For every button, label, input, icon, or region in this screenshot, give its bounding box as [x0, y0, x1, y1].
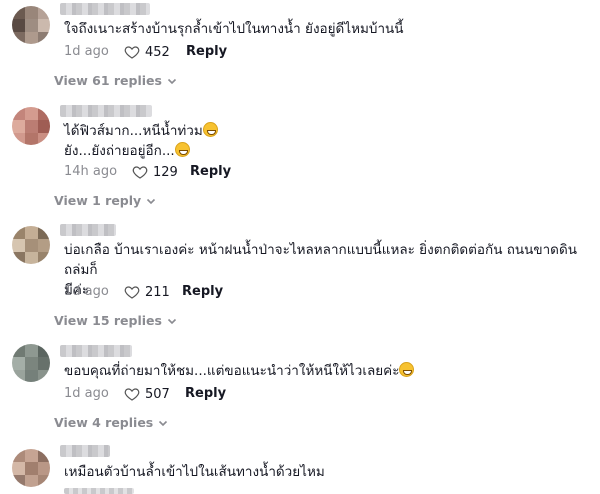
like-count: 452 [145, 44, 170, 60]
avatar-pixel [12, 252, 25, 264]
avatar-pixel [38, 344, 50, 357]
avatar-pixel [12, 475, 25, 487]
avatar-pixel [38, 370, 50, 382]
avatar-pixel [12, 239, 25, 252]
avatar-pixel [38, 226, 50, 239]
comment-text: ใจถึงเนาะสร้างบ้านรุกล้ำเข้าไปในทางน้ำ ย… [64, 21, 404, 37]
comment-text: ขอบคุณที่ถ่ายมาให้ชม...แต่ขอแนะนำว่าให้ห… [64, 361, 580, 381]
like-count: 211 [145, 284, 170, 300]
reply-button[interactable]: Reply [182, 284, 223, 299]
avatar-pixel [12, 344, 25, 357]
chevron-down-icon [147, 198, 156, 204]
avatar-pixel [38, 449, 50, 462]
avatar-pixel [25, 449, 38, 462]
avatar-pixel [38, 32, 50, 44]
username-blurred[interactable] [60, 105, 152, 117]
comment-meta-cropped [64, 488, 134, 494]
avatar[interactable] [12, 226, 50, 264]
username-blurred[interactable] [60, 224, 116, 236]
avatar-pixel [25, 120, 38, 133]
view-replies-label: View 4 replies [54, 415, 154, 430]
view-replies-button[interactable]: View 4 replies [54, 415, 168, 430]
avatar-pixel [25, 252, 38, 264]
avatar-pixel [38, 239, 50, 252]
avatar-pixel [38, 462, 50, 475]
like-button[interactable]: 452 [124, 44, 170, 60]
grin-emoji-icon [174, 142, 190, 157]
avatar-pixel [25, 19, 38, 32]
avatar-pixel [25, 6, 38, 19]
avatar[interactable] [12, 107, 50, 145]
avatar-pixel [25, 239, 38, 252]
view-replies-label: View 15 replies [54, 313, 162, 328]
avatar-pixel [38, 19, 50, 32]
heart-outline-icon [124, 46, 140, 59]
chevron-down-icon [167, 78, 177, 84]
grin-emoji-icon [202, 122, 218, 137]
comment-date: 1d ago [64, 386, 109, 401]
avatar-pixel [38, 357, 50, 370]
avatar-pixel [25, 32, 38, 44]
avatar-pixel [12, 32, 25, 44]
avatar[interactable] [12, 449, 50, 487]
avatar-pixel [12, 226, 25, 239]
username-blurred[interactable] [60, 445, 110, 457]
avatar-pixel [25, 344, 38, 357]
like-button[interactable]: 211 [124, 284, 170, 300]
chevron-down-icon [159, 420, 168, 426]
avatar[interactable] [12, 6, 50, 44]
view-replies-label: View 1 reply [54, 193, 142, 208]
avatar-pixel [25, 133, 38, 145]
avatar-pixel [12, 462, 25, 475]
comment-text: ได้ฟิวส์มาก...หนีน้ำท่วม ยัง...ยังถ่ายอย… [64, 121, 580, 161]
avatar-pixel [38, 475, 50, 487]
like-count: 129 [153, 164, 178, 180]
like-button[interactable]: 507 [124, 386, 170, 402]
reply-button[interactable]: Reply [185, 386, 226, 401]
avatar-pixel [12, 370, 25, 382]
chevron-down-icon [167, 318, 177, 324]
avatar-pixel [12, 133, 25, 145]
comment-date: 1d ago [64, 44, 109, 59]
reply-button[interactable]: Reply [190, 164, 231, 179]
username-blurred[interactable] [60, 3, 150, 15]
like-count: 507 [145, 386, 170, 402]
avatar-pixel [38, 120, 50, 133]
comment-text: เหมือนตัวบ้านล้ำเข้าไปในเส้นทางน้ำด้วยไห… [64, 464, 325, 480]
avatar-pixel [12, 107, 25, 120]
username-blurred[interactable] [60, 345, 132, 357]
avatar-pixel [25, 357, 38, 370]
avatar-pixel [12, 19, 25, 32]
avatar-pixel [12, 449, 25, 462]
view-replies-button[interactable]: View 15 replies [54, 313, 177, 328]
avatar-pixel [25, 475, 38, 487]
heart-outline-icon [124, 388, 140, 401]
avatar-pixel [38, 107, 50, 120]
avatar-pixel [38, 252, 50, 264]
avatar[interactable] [12, 344, 50, 382]
reply-button[interactable]: Reply [186, 44, 227, 59]
like-button[interactable]: 129 [132, 164, 178, 180]
avatar-pixel [38, 6, 50, 19]
view-replies-label: View 61 replies [54, 73, 162, 88]
avatar-pixel [25, 107, 38, 120]
avatar-pixel [38, 133, 50, 145]
heart-outline-icon [124, 286, 140, 299]
smiling-hearts-emoji-icon [399, 362, 415, 377]
comment-date: 1d ago [64, 284, 109, 299]
avatar-pixel [12, 120, 25, 133]
avatar-pixel [12, 357, 25, 370]
avatar-pixel [25, 370, 38, 382]
avatar-pixel [25, 462, 38, 475]
view-replies-button[interactable]: View 1 reply [54, 193, 156, 208]
comment-date: 14h ago [64, 164, 118, 179]
avatar-pixel [25, 226, 38, 239]
view-replies-button[interactable]: View 61 replies [54, 73, 177, 88]
avatar-pixel [12, 6, 25, 19]
heart-outline-icon [132, 166, 148, 179]
